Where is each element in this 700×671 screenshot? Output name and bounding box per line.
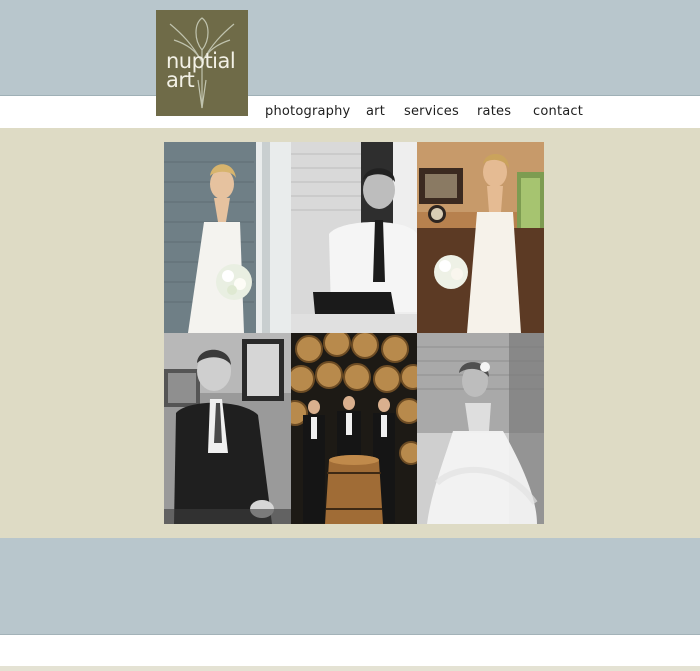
bride-motion-image bbox=[417, 333, 544, 524]
gallery-photo-bride-porch[interactable] bbox=[164, 142, 291, 333]
groomsman-image bbox=[164, 333, 291, 524]
gallery-photo-groomsmen-barrels[interactable] bbox=[291, 333, 417, 524]
footer-band bbox=[0, 538, 700, 635]
site-logo[interactable]: nuptial art bbox=[156, 10, 248, 116]
logo-line2: art bbox=[166, 68, 195, 92]
bride-porch-image bbox=[164, 142, 291, 333]
nav-photography[interactable]: photography bbox=[265, 102, 350, 122]
gallery-photo-groomsman[interactable] bbox=[164, 333, 291, 524]
header-band bbox=[0, 0, 700, 95]
nav-art[interactable]: art bbox=[366, 102, 385, 122]
gallery-photo-groom[interactable] bbox=[291, 142, 417, 333]
page-bottom-strip bbox=[0, 666, 700, 671]
photo-gallery bbox=[164, 142, 544, 524]
nav-rates[interactable]: rates bbox=[477, 102, 511, 122]
groom-image bbox=[291, 142, 417, 333]
logo-wordmark: nuptial art bbox=[166, 51, 248, 92]
gallery-photo-bride-indoors[interactable] bbox=[417, 142, 544, 333]
groomsmen-barrels-image bbox=[291, 333, 417, 524]
gallery-photo-bride-motion[interactable] bbox=[417, 333, 544, 524]
nav-services[interactable]: services bbox=[404, 102, 459, 122]
main-nav: photography art services rates contact bbox=[0, 102, 700, 124]
bride-indoors-image bbox=[417, 142, 544, 333]
nav-contact[interactable]: contact bbox=[533, 102, 583, 122]
